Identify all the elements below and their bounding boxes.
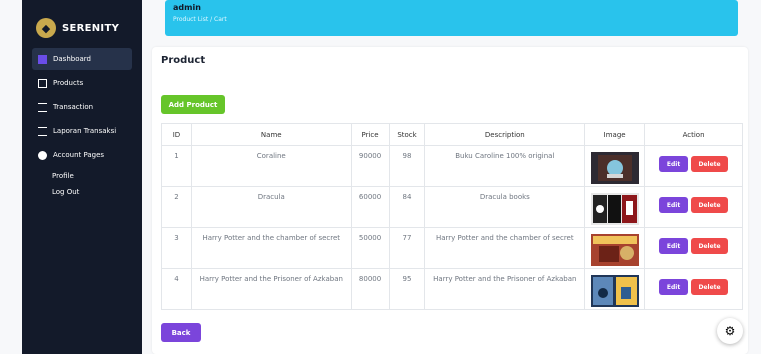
column-header-name: Name	[190, 123, 352, 146]
cell-description: Harry Potter and the chamber of secret	[424, 227, 586, 269]
sidebar-item-label: Products	[53, 79, 84, 87]
column-header-image: Image	[584, 123, 646, 146]
report-icon	[38, 126, 47, 136]
product-table: ID Name Price Stock Description Image Ac…	[161, 123, 743, 310]
list-icon	[38, 102, 47, 112]
delete-button[interactable]: Delete	[691, 156, 729, 172]
delete-button[interactable]: Delete	[691, 238, 729, 254]
cell-price: 80000	[350, 268, 390, 310]
sidebar-item-dashboard[interactable]: Dashboard	[32, 48, 132, 70]
back-button[interactable]: Back	[161, 323, 201, 342]
cell-description: Harry Potter and the Prisoner of Azkaban	[424, 268, 586, 310]
sidebar-item-label: Laporan Transaksi	[53, 127, 117, 135]
sidebar-item-laporan-transaksi[interactable]: Laporan Transaksi	[32, 120, 132, 142]
sidebar-item-label: Dashboard	[53, 55, 91, 63]
cell-id: 2	[161, 186, 192, 228]
cell-action: Edit Delete	[644, 227, 743, 269]
cell-name: Coraline	[190, 145, 352, 187]
table-row: 4 Harry Potter and the Prisoner of Azkab…	[161, 268, 743, 310]
sidebar-item-label: Transaction	[53, 103, 94, 111]
edit-button[interactable]: Edit	[659, 279, 689, 295]
products-icon	[38, 78, 47, 88]
add-product-button[interactable]: Add Product	[161, 95, 225, 114]
sidebar-subitem-profile[interactable]: Profile	[52, 168, 142, 184]
cell-image	[584, 145, 646, 187]
cell-stock: 95	[388, 268, 426, 310]
account-icon	[38, 150, 47, 160]
cell-id: 4	[161, 268, 192, 310]
sidebar-item-products[interactable]: Products	[32, 72, 132, 94]
brand[interactable]: ◆ SERENITY	[22, 16, 142, 40]
top-banner: admin Product List / Cart	[165, 0, 738, 36]
serenity-logo-icon: ◆	[36, 18, 56, 38]
sidebar-item-transaction[interactable]: Transaction	[32, 96, 132, 118]
cell-stock: 77	[388, 227, 426, 269]
edit-button[interactable]: Edit	[659, 156, 689, 172]
column-header-action: Action	[644, 123, 743, 146]
page-title: Product	[161, 55, 206, 66]
sidebar: ◆ SERENITY Dashboard Products Transactio…	[22, 0, 142, 354]
delete-button[interactable]: Delete	[691, 197, 729, 213]
cell-price: 50000	[350, 227, 390, 269]
book-cover-image	[590, 234, 639, 266]
cell-stock: 98	[388, 145, 426, 187]
dashboard-icon	[38, 54, 47, 64]
edit-button[interactable]: Edit	[659, 197, 689, 213]
cell-description: Buku Caroline 100% original	[424, 145, 586, 187]
user-name: admin	[173, 3, 201, 12]
book-cover-image	[590, 275, 639, 307]
column-header-price: Price	[350, 123, 390, 146]
cell-image	[584, 186, 646, 228]
edit-button[interactable]: Edit	[659, 238, 689, 254]
product-card: Product Add Product ID Name Price Stock …	[152, 47, 748, 354]
cell-price: 90000	[350, 145, 390, 187]
column-header-id: ID	[161, 123, 192, 146]
cell-price: 60000	[350, 186, 390, 228]
table-row: 1 Coraline 90000 98 Buku Caroline 100% o…	[161, 145, 743, 187]
cell-name: Harry Potter and the chamber of secret	[190, 227, 352, 269]
cell-image	[584, 268, 646, 310]
book-cover-image	[590, 152, 639, 184]
table-row: 3 Harry Potter and the chamber of secret…	[161, 227, 743, 269]
table-row: 2 Dracula 60000 84 Dracula books Edit Del…	[161, 186, 743, 228]
cell-id: 1	[161, 145, 192, 187]
cell-action: Edit Delete	[644, 268, 743, 310]
book-cover-image	[590, 193, 639, 225]
sidebar-item-label: Account Pages	[53, 151, 105, 159]
cell-image	[584, 227, 646, 269]
app: ◆ SERENITY Dashboard Products Transactio…	[0, 0, 761, 354]
cell-id: 3	[161, 227, 192, 269]
cell-action: Edit Delete	[644, 145, 743, 187]
main: admin Product List / Cart Product Add Pr…	[152, 0, 752, 354]
column-header-stock: Stock	[388, 123, 426, 146]
sidebar-subitem-logout[interactable]: Log Out	[52, 184, 142, 200]
delete-button[interactable]: Delete	[691, 279, 729, 295]
settings-gear-icon[interactable]: ⚙	[717, 318, 743, 344]
cell-name: Harry Potter and the Prisoner of Azkaban	[190, 268, 352, 310]
brand-name: SERENITY	[62, 22, 120, 34]
cell-description: Dracula books	[424, 186, 586, 228]
sidebar-item-account-pages[interactable]: Account Pages	[32, 144, 132, 166]
cell-stock: 84	[388, 186, 426, 228]
cell-name: Dracula	[190, 186, 352, 228]
cell-action: Edit Delete	[644, 186, 743, 228]
column-header-description: Description	[424, 123, 586, 146]
breadcrumb[interactable]: Product List / Cart	[173, 15, 738, 25]
